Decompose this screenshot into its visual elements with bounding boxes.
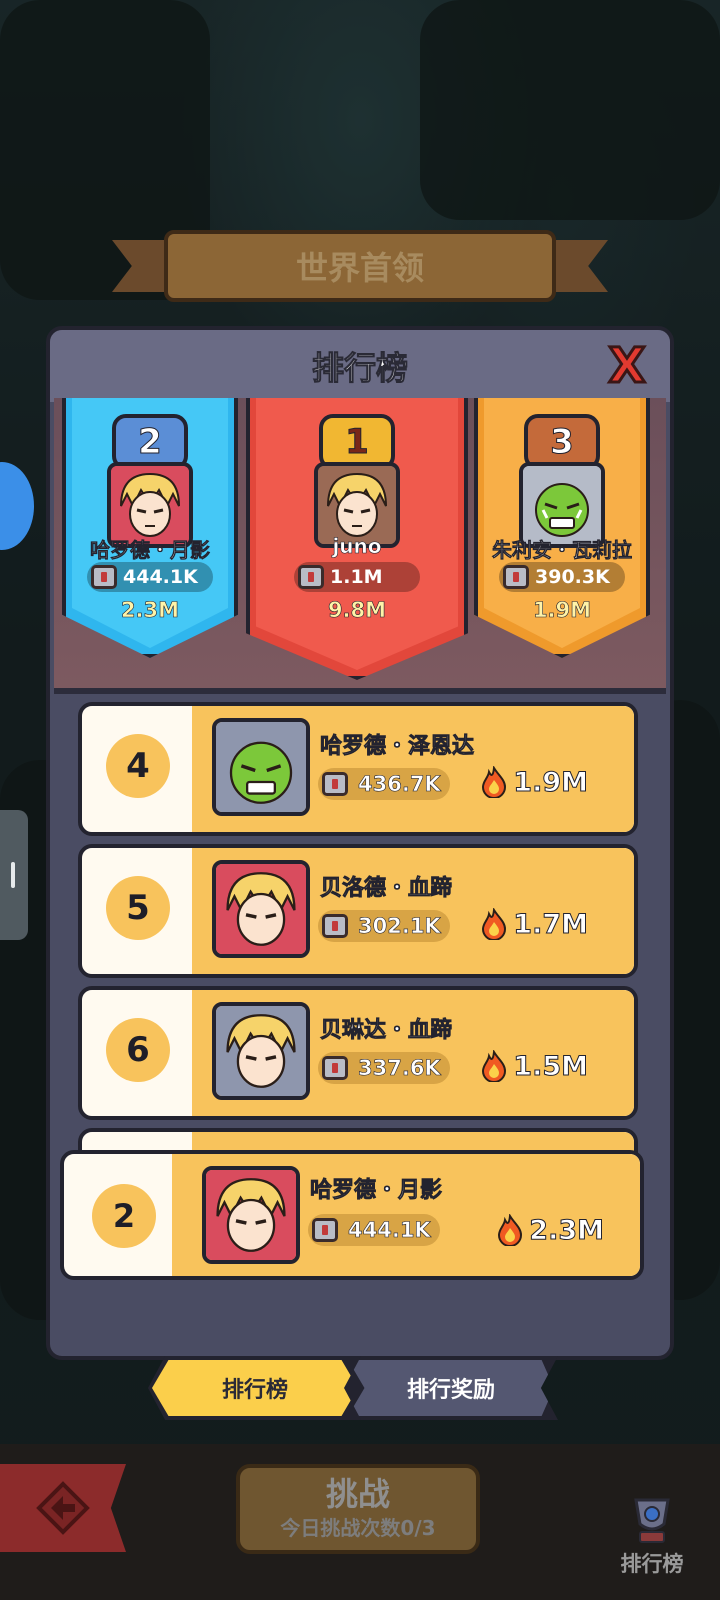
rank-number: 5 <box>106 876 170 940</box>
green-orc-avatar-icon <box>523 466 601 544</box>
blonde-hero-avatar-icon <box>216 864 306 954</box>
my-rank-row[interactable]: 2 哈罗德・月影 444.1K 2.3M <box>60 1150 644 1280</box>
list-item[interactable]: 4 哈罗德・泽恩达 436.7K 1.9M <box>78 702 638 836</box>
rank-number: 6 <box>106 1018 170 1082</box>
power-value: 337.6K <box>358 1056 441 1081</box>
power-value: 444.1K <box>348 1218 431 1243</box>
tab-leaderboard[interactable]: 排行榜 <box>148 1356 362 1420</box>
panel-title: 排行榜 <box>311 349 408 388</box>
score-value: 1.5M <box>513 1050 589 1082</box>
power-pill: 1.1M <box>294 562 420 592</box>
tab-label: 排行榜 <box>152 1360 358 1416</box>
damage-score: 2.3M <box>120 598 180 623</box>
chest-icon <box>322 914 348 938</box>
chest-icon <box>312 1218 338 1242</box>
avatar <box>212 1002 310 1100</box>
player-name: 哈罗德・月影 <box>90 538 211 563</box>
chest-icon <box>322 772 348 796</box>
list-item[interactable]: 6 贝琳达・血蹄 337.6K 1.5M <box>78 986 638 1120</box>
blonde-hero-avatar-icon <box>206 1170 296 1260</box>
power-pill: 390.3K <box>499 562 625 592</box>
power-pill: 436.7K <box>318 768 450 800</box>
power-value: 390.3K <box>535 566 610 588</box>
power-pill: 444.1K <box>87 562 213 592</box>
flame-icon <box>482 766 507 798</box>
score-value: 1.7M <box>513 908 589 940</box>
avatar <box>202 1166 300 1264</box>
damage-score: 9.8M <box>327 598 387 623</box>
boss-title: 世界首领 <box>164 230 556 302</box>
back-icon <box>36 1481 90 1535</box>
tab-label: 排行奖励 <box>348 1360 554 1416</box>
trophy-icon <box>634 1498 670 1543</box>
power-value: 1.1M <box>330 566 383 588</box>
green-orc-avatar-icon <box>216 722 306 812</box>
avatar <box>212 718 310 816</box>
rank-number: 2 <box>92 1184 156 1248</box>
rank-number: 4 <box>106 734 170 798</box>
power-value: 302.1K <box>358 914 441 939</box>
list-item[interactable]: 5 贝洛德・血蹄 302.1K 1.7M <box>78 844 638 978</box>
blonde-hero-avatar-icon <box>216 1006 306 1096</box>
side-drawer-handle[interactable] <box>0 810 28 940</box>
power-value: 436.7K <box>358 772 441 797</box>
back-button[interactable] <box>0 1464 126 1552</box>
podium-card-rank-1[interactable]: 1 juno 1.1M 9.8M <box>246 398 468 680</box>
score-value: 2.3M <box>529 1214 605 1246</box>
avatar <box>212 860 310 958</box>
player-name: 贝洛德・血蹄 <box>320 876 453 902</box>
close-button[interactable]: X <box>602 338 652 394</box>
player-name: juno <box>332 534 382 559</box>
score-value: 1.9M <box>513 766 589 798</box>
power-value: 444.1K <box>123 566 198 588</box>
damage-score: 1.7M <box>481 908 588 940</box>
panel-header: 排行榜 X <box>50 330 670 402</box>
power-pill: 302.1K <box>318 910 450 942</box>
podium-card-rank-2[interactable]: 2 哈罗德・月影 444.1K 2.3M <box>62 398 238 658</box>
chest-icon <box>322 1056 348 1080</box>
tab-rewards[interactable]: 排行奖励 <box>344 1356 558 1420</box>
damage-score: 1.9M <box>532 598 592 623</box>
close-icon: X <box>607 338 647 394</box>
damage-score: 2.3M <box>497 1214 604 1246</box>
damage-score: 1.5M <box>481 1050 588 1082</box>
power-pill: 337.6K <box>318 1052 450 1084</box>
blonde-hero-avatar-icon <box>318 466 396 544</box>
card-inner: 1 juno 1.1M 9.8M <box>256 398 458 670</box>
chest-icon <box>298 565 324 589</box>
leaderboard-nav-button[interactable]: 排行榜 <box>604 1494 700 1590</box>
podium-top-three: 2 哈罗德・月影 444.1K 2.3M 1 juno 1.1M 9.8M 3 … <box>54 398 666 694</box>
flame-icon <box>482 1050 507 1082</box>
flame-icon <box>482 908 507 940</box>
player-name: 贝琳达・血蹄 <box>320 1018 453 1044</box>
chest-icon <box>91 565 117 589</box>
podium-card-rank-3[interactable]: 3 朱利安・瓦莉拉 390.3K 1.9M <box>474 398 650 658</box>
challenge-label: 挑战 <box>325 1474 390 1513</box>
flame-icon <box>498 1214 523 1246</box>
chest-icon <box>503 565 529 589</box>
nav-label: 排行榜 <box>620 1552 684 1576</box>
card-inner: 3 朱利安・瓦莉拉 390.3K 1.9M <box>484 398 640 648</box>
player-name: 哈罗德・月影 <box>310 1178 443 1204</box>
damage-score: 1.9M <box>481 766 588 798</box>
world-boss-banner: 世界首领 <box>112 230 608 302</box>
player-name: 朱利安・瓦莉拉 <box>492 538 633 563</box>
power-pill: 444.1K <box>308 1214 440 1246</box>
challenge-attempts: 今日挑战次数0/3 <box>280 1516 436 1541</box>
divider <box>54 688 666 694</box>
player-name: 哈罗德・泽恩达 <box>320 734 475 760</box>
blonde-hero-avatar-icon <box>111 466 189 544</box>
card-inner: 2 哈罗德・月影 444.1K 2.3M <box>72 398 228 648</box>
challenge-button[interactable]: 挑战 今日挑战次数0/3 <box>236 1464 480 1554</box>
ranking-tabs: 排行榜 排行奖励 <box>148 1356 558 1420</box>
